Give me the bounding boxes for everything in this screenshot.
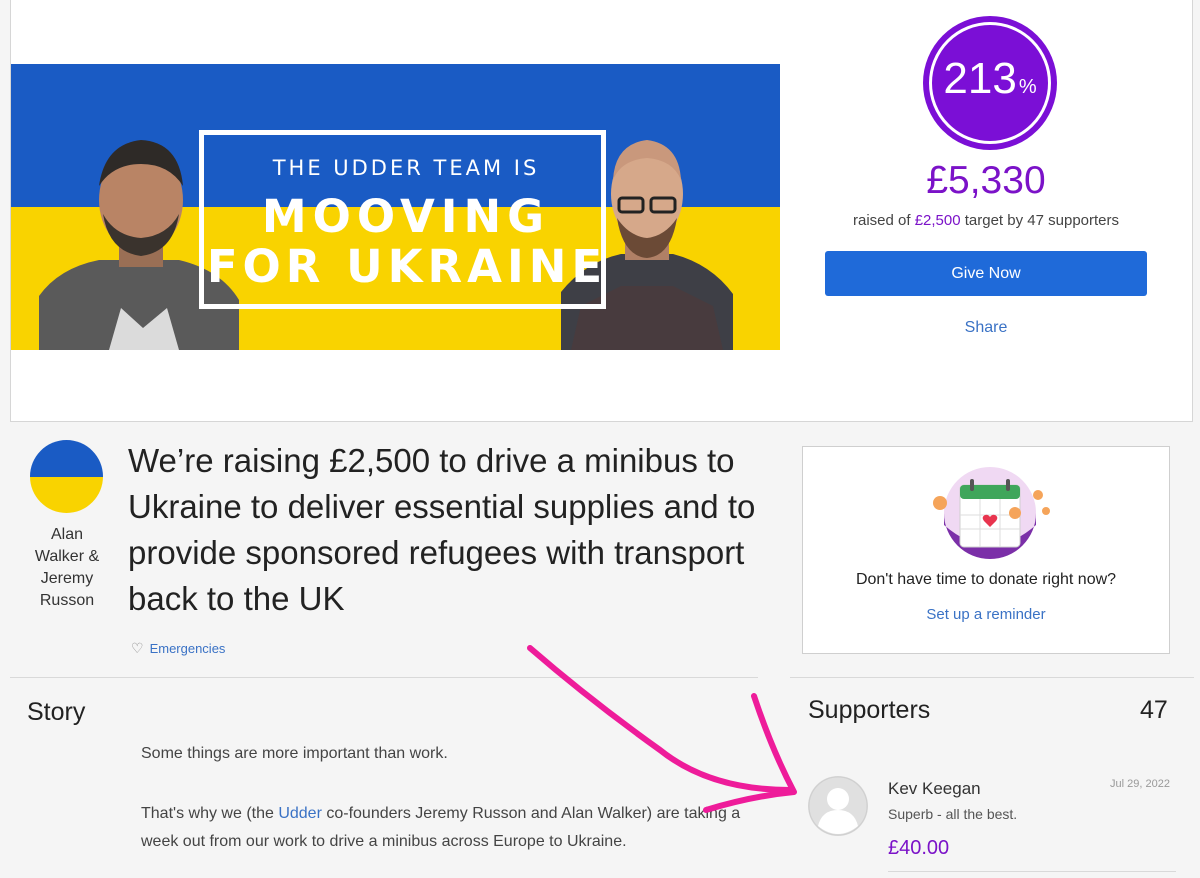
set-reminder-link[interactable]: Set up a reminder bbox=[803, 606, 1169, 623]
category-label: Emergencies bbox=[149, 641, 226, 656]
share-link[interactable]: Share bbox=[825, 319, 1147, 337]
udder-link[interactable]: Udder bbox=[278, 805, 322, 822]
story-paragraph-2: That's why we (the Udder co-founders Jer… bbox=[141, 805, 741, 850]
supporter-date: Jul 29, 2022 bbox=[1110, 778, 1170, 790]
calendar-reminder-icon bbox=[933, 467, 1050, 559]
banner-text-line1: THE UDDER TEAM IS bbox=[272, 156, 540, 180]
banner-text-line3: FOR UKRAINE bbox=[206, 240, 608, 293]
campaign-title: We’re raising £2,500 to drive a minibus … bbox=[128, 442, 756, 617]
progress-percent-value: 213 bbox=[943, 54, 1017, 103]
supporter-message: Superb - all the best. bbox=[888, 806, 1018, 822]
supporter-name: Kev Keegan bbox=[888, 779, 981, 798]
supporter-row-divider bbox=[888, 871, 1176, 872]
owner-avatar[interactable] bbox=[30, 440, 103, 513]
supporter-avatar bbox=[808, 776, 868, 836]
banner-text-line2: MOOVING bbox=[261, 190, 551, 243]
supporters-divider bbox=[790, 677, 1194, 678]
target-amount: £2,500 bbox=[914, 212, 961, 229]
raised-summary: raised of £2,500 target by 47 supporters bbox=[852, 212, 1120, 229]
reminder-prompt: Don't have time to donate right now? bbox=[855, 571, 1117, 588]
raised-amount: £5,330 bbox=[926, 159, 1046, 202]
default-user-icon bbox=[808, 776, 868, 836]
story-paragraph-1: Some things are more important than work… bbox=[141, 745, 448, 762]
supporters-heading: Supporters bbox=[808, 696, 931, 724]
campaign-banner-image: THE UDDER TEAM IS MOOVING FOR UKRAINE bbox=[11, 64, 780, 350]
heart-icon: ♡ bbox=[131, 640, 144, 656]
progress-percent-symbol: % bbox=[1018, 76, 1037, 98]
reminder-card: Don't have time to donate right now? Set… bbox=[802, 446, 1170, 654]
supporter-amount: £40.00 bbox=[888, 837, 950, 859]
campaign-hero-card: THE UDDER TEAM IS MOOVING FOR UKRAINE 21… bbox=[10, 0, 1193, 422]
give-now-button[interactable]: Give Now bbox=[825, 251, 1147, 296]
progress-percent-badge: 213% bbox=[923, 16, 1057, 150]
story-heading: Story bbox=[27, 698, 86, 726]
story-divider bbox=[10, 677, 758, 678]
owner-name[interactable]: Alan Walker & Jeremy Russon bbox=[24, 524, 110, 612]
supporters-count-inline: 47 bbox=[1027, 212, 1044, 229]
category-tag[interactable]: ♡ Emergencies bbox=[131, 640, 225, 657]
annotation-arrow bbox=[527, 645, 797, 813]
supporters-count: 47 bbox=[1140, 696, 1168, 724]
